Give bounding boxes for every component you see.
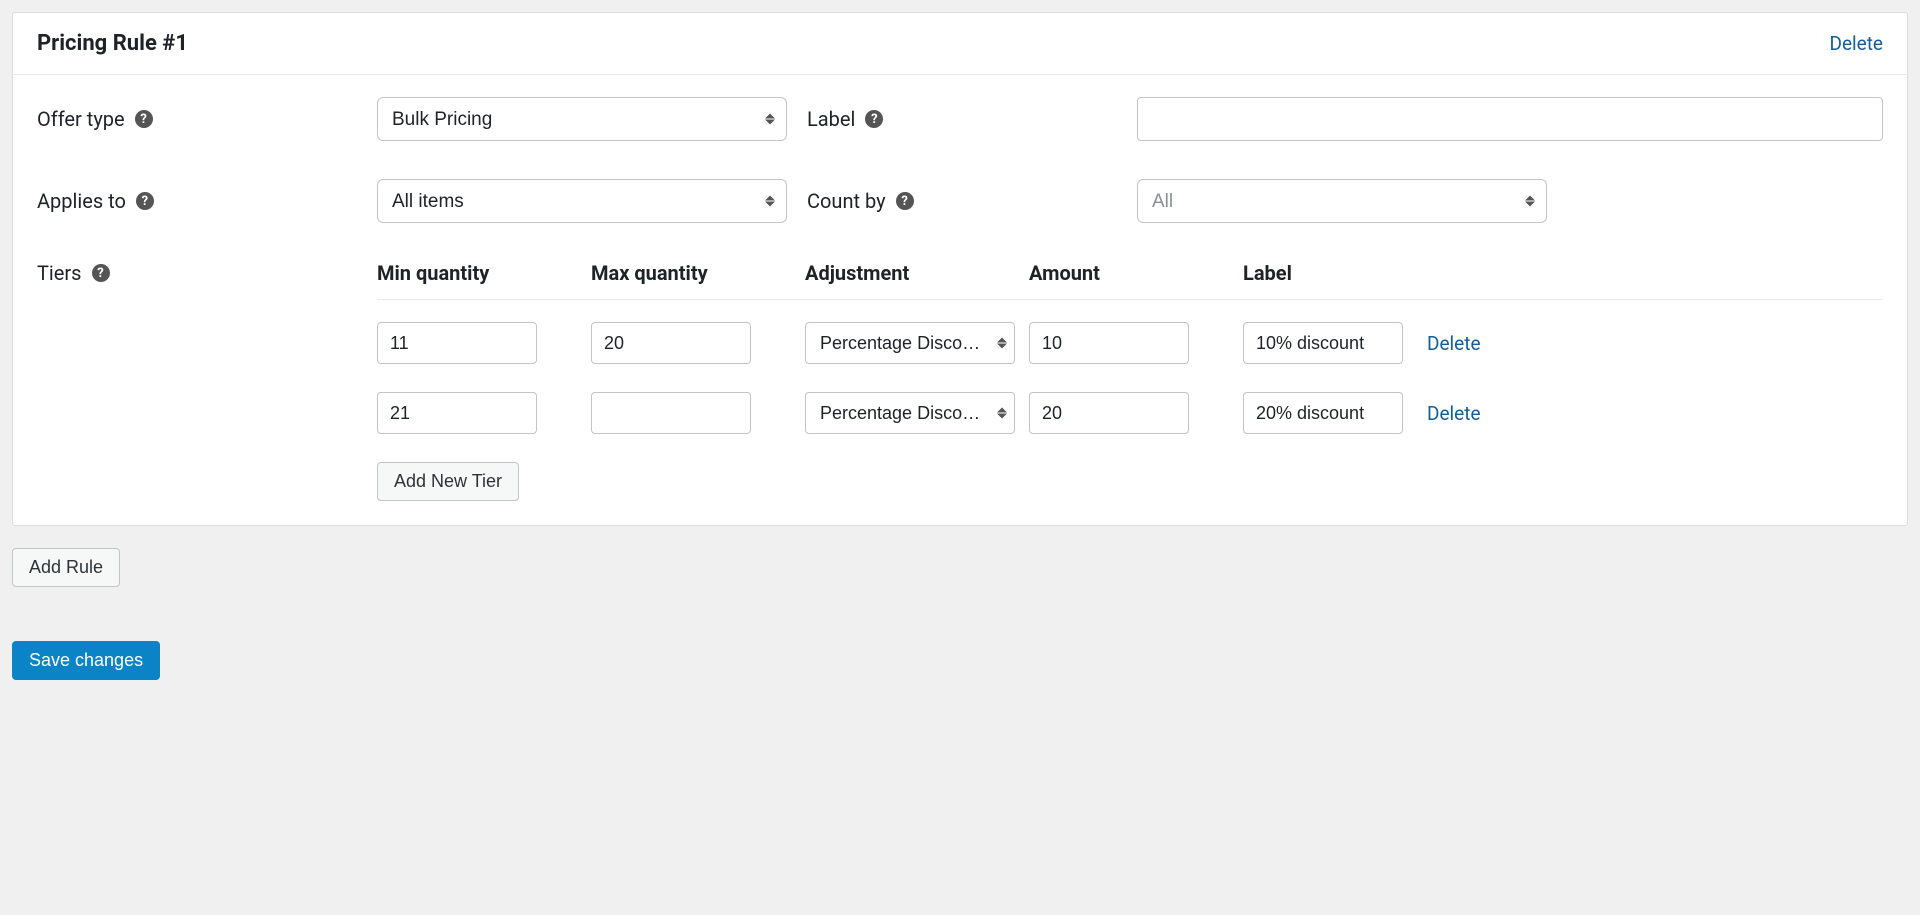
tier-adjustment-select[interactable]: Percentage Discount (805, 322, 1015, 364)
delete-rule-link[interactable]: Delete (1829, 32, 1883, 55)
offer-type-select-wrap: Bulk Pricing (377, 97, 787, 141)
tiers-body: Percentage DiscountDeletePercentage Disc… (377, 322, 1883, 434)
label-input-wrap (1137, 97, 1883, 141)
tier-label-input[interactable] (1243, 392, 1403, 434)
offer-type-label-text: Offer type (37, 107, 125, 131)
add-rule-button[interactable]: Add Rule (12, 548, 120, 587)
col-min: Min quantity (377, 261, 577, 285)
save-changes-button[interactable]: Save changes (12, 641, 160, 680)
tier-delete-link[interactable]: Delete (1427, 332, 1507, 355)
label-field-label-text: Label (807, 107, 855, 131)
offer-type-label: Offer type ? (37, 107, 377, 131)
tiers-table: Min quantity Max quantity Adjustment Amo… (377, 261, 1883, 501)
tiers-label-text: Tiers (37, 261, 82, 285)
col-label: Label (1243, 261, 1413, 285)
count-by-label-text: Count by (807, 189, 886, 213)
tier-max-input[interactable] (591, 322, 751, 364)
col-adjustment: Adjustment (805, 261, 1015, 285)
label-field-label: Label ? (807, 107, 1137, 131)
count-by-select[interactable]: All (1137, 179, 1547, 223)
tiers-label: Tiers ? (37, 261, 377, 285)
label-input[interactable] (1137, 97, 1883, 141)
tier-label-input[interactable] (1243, 322, 1403, 364)
tiers-head: Min quantity Max quantity Adjustment Amo… (377, 261, 1883, 300)
offer-type-select[interactable]: Bulk Pricing (377, 97, 787, 141)
help-icon[interactable]: ? (896, 192, 914, 210)
help-icon[interactable]: ? (135, 110, 153, 128)
count-by-select-wrap: All (1137, 179, 1547, 223)
tier-min-input[interactable] (377, 392, 537, 434)
tier-row: Percentage Discount Delete (377, 322, 1883, 364)
form-grid: Offer type ? Bulk Pricing Label ? (37, 97, 1883, 223)
tiers-section: Tiers ? Min quantity Max quantity Adjust… (37, 261, 1883, 501)
applies-to-select-wrap: All items (377, 179, 787, 223)
rule-title: Pricing Rule #1 (37, 31, 188, 56)
tier-delete-link[interactable]: Delete (1427, 402, 1507, 425)
tier-row: Percentage Discount Delete (377, 392, 1883, 434)
add-new-tier-button[interactable]: Add New Tier (377, 462, 519, 501)
applies-to-select[interactable]: All items (377, 179, 787, 223)
col-actions (1427, 261, 1507, 285)
applies-to-label-text: Applies to (37, 189, 126, 213)
card-body: Offer type ? Bulk Pricing Label ? (13, 75, 1907, 525)
tier-max-input[interactable] (591, 392, 751, 434)
tier-min-input[interactable] (377, 322, 537, 364)
col-amount: Amount (1029, 261, 1229, 285)
col-max: Max quantity (591, 261, 791, 285)
card-header: Pricing Rule #1 Delete (13, 13, 1907, 75)
count-by-label: Count by ? (807, 189, 1137, 213)
help-icon[interactable]: ? (865, 110, 883, 128)
applies-to-label: Applies to ? (37, 189, 377, 213)
tier-amount-input[interactable] (1029, 392, 1189, 434)
tier-amount-input[interactable] (1029, 322, 1189, 364)
pricing-rule-card: Pricing Rule #1 Delete Offer type ? Bulk… (12, 12, 1908, 526)
tier-adjustment-select[interactable]: Percentage Discount (805, 392, 1015, 434)
help-icon[interactable]: ? (92, 264, 110, 282)
help-icon[interactable]: ? (136, 192, 154, 210)
